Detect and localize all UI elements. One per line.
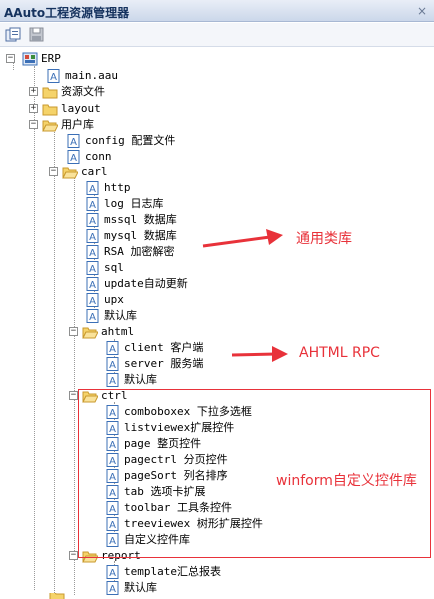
annotation-winform: winform自定义控件库: [276, 473, 417, 489]
arrow-icon: [231, 346, 288, 362]
annotation-common-libs: 通用类库: [296, 231, 352, 247]
arrow-icon: [202, 229, 283, 248]
annotation-ahtml-rpc: AHTML RPC: [299, 345, 380, 361]
